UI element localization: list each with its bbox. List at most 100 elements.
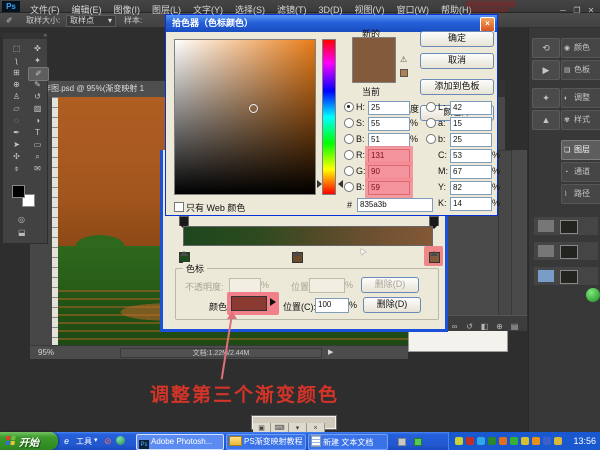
task-button-0[interactable]: Ps Adobe Photosh... [136,434,224,450]
tray-icon-9[interactable] [554,437,562,445]
layer-row[interactable] [533,241,599,261]
stop-position-field[interactable]: 100 [315,298,349,313]
restore-icon[interactable]: ❐ [570,5,584,17]
task-button-2[interactable]: 新建 文本文档 [308,434,388,450]
hue-slider[interactable] [322,39,336,195]
type-tool[interactable]: T [28,127,47,139]
field-Y[interactable]: 82 [450,181,492,195]
dodge-tool[interactable]: ◑ [28,115,47,127]
foreground-color-swatch[interactable] [12,185,25,198]
rect-marquee-tool[interactable]: ⬚ [7,43,26,55]
tray-icon-3[interactable] [488,437,496,445]
radio-a[interactable] [426,118,436,128]
menu-item-5[interactable]: 选择(S) [229,4,271,17]
menu-item-3[interactable]: 图层(L) [146,4,187,17]
delete-stop-button[interactable]: 删除(D) [363,297,421,313]
tray-icon-7[interactable] [532,437,540,445]
move-tool[interactable]: ✜ [28,43,47,55]
quick-launch-tools-label[interactable]: 工具 [76,436,92,447]
panel-tab-adjustments[interactable]: ◐ 调整 [561,88,600,108]
dialog-title-bar[interactable]: 拾色器（色标颜色） [166,15,497,32]
radio-B[interactable] [344,134,354,144]
cancel-button[interactable]: 取消 [420,53,494,69]
chevron-down-icon[interactable]: ▾ [94,436,98,444]
start-button[interactable]: 开始 [0,432,58,450]
toolbar-header[interactable]: » [3,33,47,39]
collapsed-panel-strip[interactable] [498,150,512,330]
notes-tool[interactable]: ✉ [28,163,47,175]
field-b[interactable]: 25 [450,133,492,147]
new-layer-icon[interactable]: ⊕ [492,319,507,334]
field-S[interactable]: 55 [368,117,410,131]
menu-item-6[interactable]: 滤镜(T) [271,4,313,17]
radio-G[interactable] [344,166,354,176]
menu-item-2[interactable]: 图像(I) [108,4,147,17]
gamut-warning-icon[interactable]: ⚠ [400,55,407,64]
properties-panel-icon[interactable]: ✦ [532,88,560,108]
layer-row[interactable] [533,266,599,286]
radio-R[interactable] [344,150,354,160]
language-bar[interactable]: ▣ ⌨ ▾ × [251,415,337,434]
panel-tab-layers[interactable]: ❏ 图层 [561,140,600,160]
minimize-icon[interactable]: ─ [556,5,570,17]
gradient-tool[interactable]: ▨ [28,103,47,115]
clock[interactable]: 13:56 [573,436,596,446]
color-stop-2[interactable] [429,251,440,263]
radio-B2[interactable] [344,182,354,192]
clone-stamp-tool[interactable]: ♙ [7,91,26,103]
hue-marker-left-icon[interactable] [317,180,322,188]
field-L[interactable]: 42 [450,101,492,115]
delete-layer-icon[interactable]: ▤ [507,319,522,334]
panel-tab-styles[interactable]: ✾ 样式 [561,110,600,130]
panel-tab-color[interactable]: ◉ 颜色 [561,38,600,58]
color-field-marker[interactable] [249,104,258,113]
tray-icon-8[interactable] [543,437,551,445]
field-M[interactable]: 67 [450,165,492,179]
zoom-level[interactable]: 95% [38,348,54,357]
swatch-menu-arrow-icon[interactable] [270,298,280,306]
close-icon[interactable]: × [480,17,495,32]
shape-tool[interactable]: ▭ [28,139,47,151]
task-button-1[interactable]: PS渐变映射教程 [226,434,306,450]
menu-item-0[interactable]: 文件(F) [24,4,66,17]
rotate-view-tool[interactable]: ⌽ [7,163,26,175]
globe-icon[interactable] [116,436,125,445]
block-icon[interactable]: ⊘ [104,436,112,447]
tray-icon-0[interactable] [455,437,463,445]
status-icon[interactable] [414,438,422,446]
healing-brush-tool[interactable]: ⊕ [7,79,26,91]
eraser-tool[interactable]: ▱ [7,103,26,115]
brush-tool[interactable]: ✎ [28,79,47,91]
tray-icon-5[interactable] [510,437,518,445]
document-tab[interactable]: 工作图.psd @ 95%(渐变映射 1 [31,81,171,97]
history-brush-tool[interactable]: ↺ [28,91,47,103]
tray-icon-4[interactable] [499,437,507,445]
hue-marker-right-icon[interactable] [338,180,343,188]
screen-mode-icon[interactable]: ⬓ [18,228,26,237]
tray-icon-1[interactable] [466,437,474,445]
panel-tab-swatches[interactable]: ▤ 色板 [561,60,600,80]
color-stop-1[interactable] [291,251,303,263]
opacity-stop-1[interactable] [429,216,439,229]
add-to-swatches-button[interactable]: 添加到色板 [420,79,494,95]
radio-H[interactable] [344,102,354,112]
radio-b[interactable] [426,134,436,144]
web-color-cube-icon[interactable] [400,69,408,77]
opacity-stop-0[interactable] [179,216,189,229]
ime-icon[interactable] [398,438,406,446]
lasso-tool[interactable]: ʅ [7,55,26,67]
saturation-brightness-field[interactable] [174,39,316,195]
pen-tool[interactable]: ✒ [7,127,26,139]
menu-item-9[interactable]: 窗口(W) [391,4,436,17]
link-layers-icon[interactable]: ∞ [447,319,462,334]
ie-icon[interactable]: e [64,436,69,446]
zoom-tool[interactable]: ⌕ [28,151,47,163]
layer-style-icon[interactable]: ↺ [462,319,477,334]
menu-item-4[interactable]: 文字(Y) [187,4,229,17]
checkbox-icon[interactable] [174,202,184,212]
actions-panel-icon[interactable]: ▶ [532,60,560,80]
panel-tab-channels[interactable]: ◔ 通道 [561,162,600,182]
info-panel-icon[interactable]: ▲ [532,110,560,130]
path-selection-tool[interactable]: ➤ [7,139,26,151]
field-B[interactable]: 51 [368,133,410,147]
